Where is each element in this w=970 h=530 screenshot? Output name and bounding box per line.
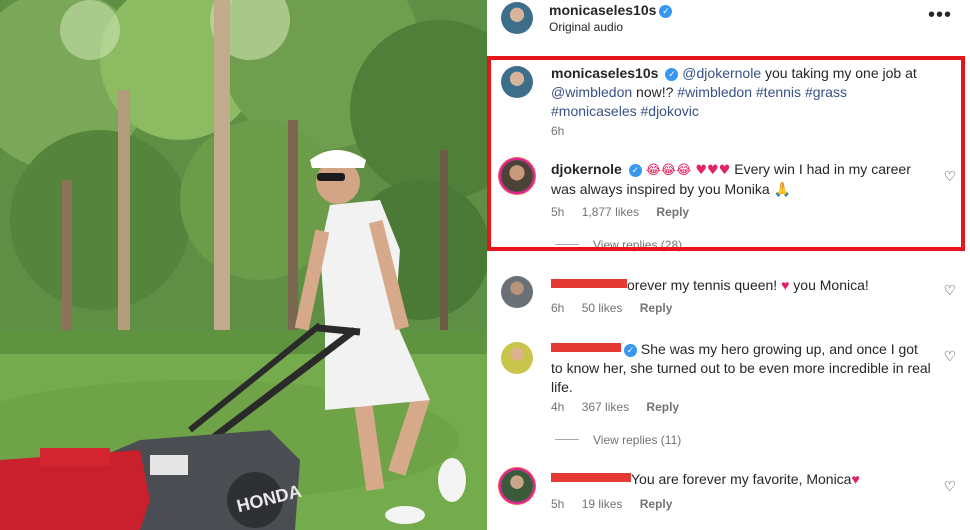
verified-badge-icon: ✓ <box>665 68 679 81</box>
comment-text: monicaseles10s ✓ @djokernole you taking m… <box>551 64 931 121</box>
comment-likes[interactable]: 367 likes <box>582 400 629 414</box>
like-heart-icon[interactable]: ♡ <box>943 348 956 365</box>
photo-scene: HONDA <box>0 0 487 530</box>
post-author-username[interactable]: monicaseles10s <box>549 2 656 18</box>
view-replies-button[interactable]: View replies (11) <box>555 433 681 447</box>
mention-link[interactable]: @wimbledon <box>551 84 632 100</box>
heart-emoji-icon: ♥ <box>851 471 860 487</box>
commenter-avatar[interactable] <box>501 470 533 502</box>
view-replies-label: View replies (28) <box>593 238 683 252</box>
comment-meta: 6h 50 likes Reply <box>551 301 686 315</box>
post-header: monicaseles10s ✓ Original audio ••• <box>487 0 970 44</box>
commenter-avatar[interactable] <box>501 276 533 308</box>
comment-body: orever my tennis queen! <box>627 277 782 293</box>
hashtag-link[interactable]: #grass <box>805 84 847 100</box>
redacted-username <box>551 343 621 352</box>
audio-label[interactable]: Original audio <box>549 20 623 34</box>
reply-button[interactable]: Reply <box>640 497 673 511</box>
replies-divider <box>555 439 579 440</box>
comment-text: orever my tennis queen! ♥ you Monica! <box>551 276 931 295</box>
comment-text: ✓ She was my hero growing up, and once I… <box>551 340 931 397</box>
comment-likes[interactable]: 50 likes <box>582 301 623 315</box>
post-author: monicaseles10s ✓ <box>549 2 673 20</box>
comment-text: djokernole ✓ 😂😂😂 ♥♥♥ Every win I had in m… <box>551 160 931 199</box>
replies-divider <box>555 244 579 245</box>
more-options-icon[interactable]: ••• <box>928 4 952 27</box>
hashtag-link[interactable]: #djokovic <box>641 103 699 119</box>
view-replies-button[interactable]: View replies (28) <box>555 238 682 252</box>
hashtag-link[interactable]: #monicaseles <box>551 103 637 119</box>
comment-text: You are forever my favorite, Monica♥ <box>551 470 931 489</box>
mention-link[interactable]: @djokernole <box>682 65 761 81</box>
comment-time: 6h <box>551 301 565 315</box>
comment-meta: 6h <box>551 124 578 138</box>
redacted-username <box>551 473 631 482</box>
comment-likes[interactable]: 19 likes <box>582 497 623 511</box>
comment-time: 4h <box>551 400 565 414</box>
comment-text-segment: you taking my one job at <box>761 65 917 81</box>
like-heart-icon[interactable]: ♡ <box>943 168 956 185</box>
comment-body-end: you Monica! <box>789 277 869 293</box>
hashtag-link[interactable]: #tennis <box>756 84 801 100</box>
like-heart-icon[interactable]: ♡ <box>943 282 956 299</box>
commenter-avatar[interactable] <box>501 160 533 192</box>
commenter-avatar[interactable] <box>501 66 533 98</box>
like-heart-icon[interactable]: ♡ <box>943 478 956 495</box>
hashtag-link[interactable]: #wimbledon <box>677 84 752 100</box>
redacted-username <box>551 279 627 288</box>
comment-likes[interactable]: 1,877 likes <box>582 205 639 219</box>
comment-time: 6h <box>551 124 565 138</box>
comment-text-segment: now!? <box>632 84 678 100</box>
comment-username[interactable]: djokernole <box>551 161 622 177</box>
post-photo: HONDA <box>0 0 487 530</box>
comment-meta: 5h 1,877 likes Reply <box>551 205 703 219</box>
comment-body: You are forever my favorite, Monica <box>631 471 852 487</box>
comment-meta: 5h 19 likes Reply <box>551 497 686 511</box>
verified-badge-icon: ✓ <box>624 344 637 357</box>
post-author-avatar[interactable] <box>501 2 533 34</box>
comment-time: 5h <box>551 497 565 511</box>
reply-button[interactable]: Reply <box>640 301 673 315</box>
verified-badge-icon: ✓ <box>628 164 642 177</box>
commenter-avatar[interactable] <box>501 342 533 374</box>
reply-button[interactable]: Reply <box>646 400 679 414</box>
reply-button[interactable]: Reply <box>656 205 689 219</box>
verified-badge-icon: ✓ <box>659 5 673 18</box>
comment-time: 5h <box>551 205 565 219</box>
comments-panel: monicaseles10s ✓ Original audio ••• monic… <box>487 0 970 530</box>
comment-meta: 4h 367 likes Reply <box>551 400 693 414</box>
emoji-reaction: 😂😂😂 ♥♥♥ <box>645 163 731 178</box>
view-replies-label: View replies (11) <box>593 433 682 447</box>
comment-username[interactable]: monicaseles10s <box>551 65 658 81</box>
